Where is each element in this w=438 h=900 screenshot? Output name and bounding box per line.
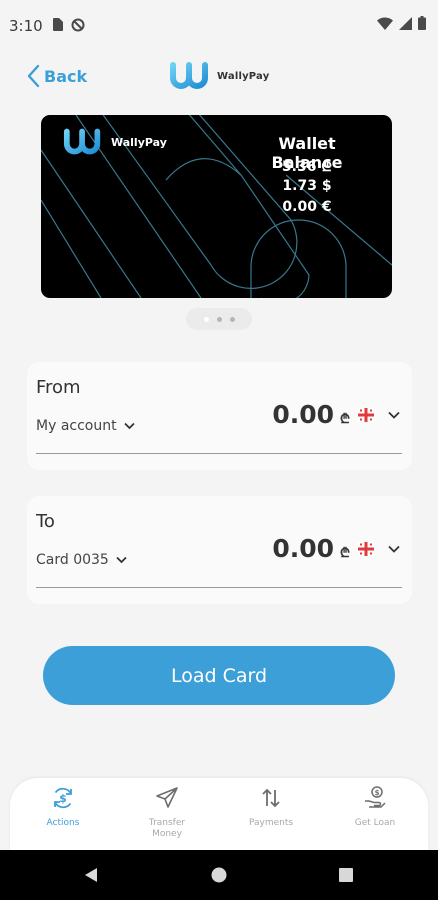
- dollar-refresh-icon: $: [54, 787, 72, 809]
- paper-plane-icon: [156, 787, 178, 808]
- to-currency-dropdown-icon[interactable]: [388, 545, 400, 553]
- to-label: To: [36, 511, 55, 532]
- chevron-left-icon: [27, 64, 40, 88]
- to-amount[interactable]: 0.00: [272, 534, 334, 563]
- wallypay-logo-icon: [63, 128, 101, 155]
- pager-dot[interactable]: [203, 316, 209, 322]
- top-bar: Back WallyPay: [0, 52, 438, 102]
- back-button[interactable]: Back: [26, 64, 87, 88]
- nav-label-actions: Actions: [46, 818, 80, 828]
- bottom-nav: $ Actions Transfer Money Payments $ Get …: [10, 778, 428, 850]
- no-sync-icon: [71, 18, 85, 32]
- from-amount[interactable]: 0.00: [272, 400, 334, 429]
- home-circle-icon[interactable]: [211, 867, 227, 883]
- balance-gel: 5.36 ₾: [281, 159, 333, 175]
- brand-name: WallyPay: [217, 70, 270, 82]
- from-account-value: My account: [36, 418, 117, 434]
- pager-dot[interactable]: [229, 316, 235, 322]
- status-time: 3:10: [9, 17, 43, 35]
- wifi-icon: [377, 16, 393, 30]
- from-account-select[interactable]: My account: [36, 418, 135, 434]
- from-currency-symbol: ₾: [339, 412, 350, 427]
- card-pager[interactable]: [186, 308, 252, 330]
- from-underline: [36, 453, 402, 454]
- card-brand-name: WallyPay: [111, 135, 167, 149]
- back-triangle-icon[interactable]: [84, 867, 98, 883]
- nav-item-payments[interactable]: Payments: [221, 778, 321, 850]
- nav-label-get-loan: Get Loan: [354, 818, 396, 828]
- from-label: From: [36, 377, 81, 398]
- georgia-flag-icon: [358, 542, 374, 556]
- back-label: Back: [44, 66, 88, 86]
- svg-text:$: $: [375, 789, 380, 797]
- signal-icon: [399, 16, 412, 30]
- from-currency-dropdown-icon[interactable]: [388, 411, 400, 419]
- up-down-arrows-icon: [262, 788, 280, 808]
- to-panel: To Card 0035 0.00 ₾: [27, 496, 412, 604]
- svg-text:$: $: [59, 792, 67, 805]
- pager-dot[interactable]: [216, 316, 222, 322]
- status-bar: 3:10: [0, 0, 438, 52]
- nav-item-get-loan[interactable]: $ Get Loan: [325, 778, 425, 850]
- card-brand-logo: WallyPay: [63, 127, 167, 157]
- wallet-card[interactable]: WallyPay Wallet Balance 5.36 ₾ 1.73 $ 0.…: [41, 115, 392, 298]
- to-account-select[interactable]: Card 0035: [36, 552, 127, 568]
- battery-icon: [418, 16, 426, 30]
- balance-usd: 1.73 $: [282, 178, 332, 194]
- balance-eur: 0.00 €: [282, 199, 332, 215]
- sim-card-icon: [53, 18, 63, 31]
- georgia-flag-icon: [358, 408, 374, 422]
- nav-item-actions[interactable]: $ Actions: [13, 778, 113, 850]
- wallypay-logo-icon: [170, 62, 208, 89]
- chevron-down-icon: [116, 556, 127, 564]
- nav-item-transfer-money[interactable]: Transfer Money: [117, 778, 217, 850]
- from-panel: From My account 0.00 ₾: [27, 362, 412, 470]
- nav-label-payments: Payments: [248, 818, 294, 828]
- recents-square-icon[interactable]: [339, 868, 353, 882]
- brand-logo: WallyPay: [169, 61, 269, 91]
- hand-coin-icon: $: [365, 786, 386, 808]
- load-card-button[interactable]: Load Card: [43, 646, 395, 705]
- to-underline: [36, 587, 402, 588]
- to-currency-symbol: ₾: [339, 546, 350, 561]
- system-nav-bar: [0, 850, 438, 900]
- to-account-value: Card 0035: [36, 552, 109, 568]
- chevron-down-icon: [123, 422, 135, 430]
- nav-label-transfer-money: Transfer Money: [148, 818, 186, 839]
